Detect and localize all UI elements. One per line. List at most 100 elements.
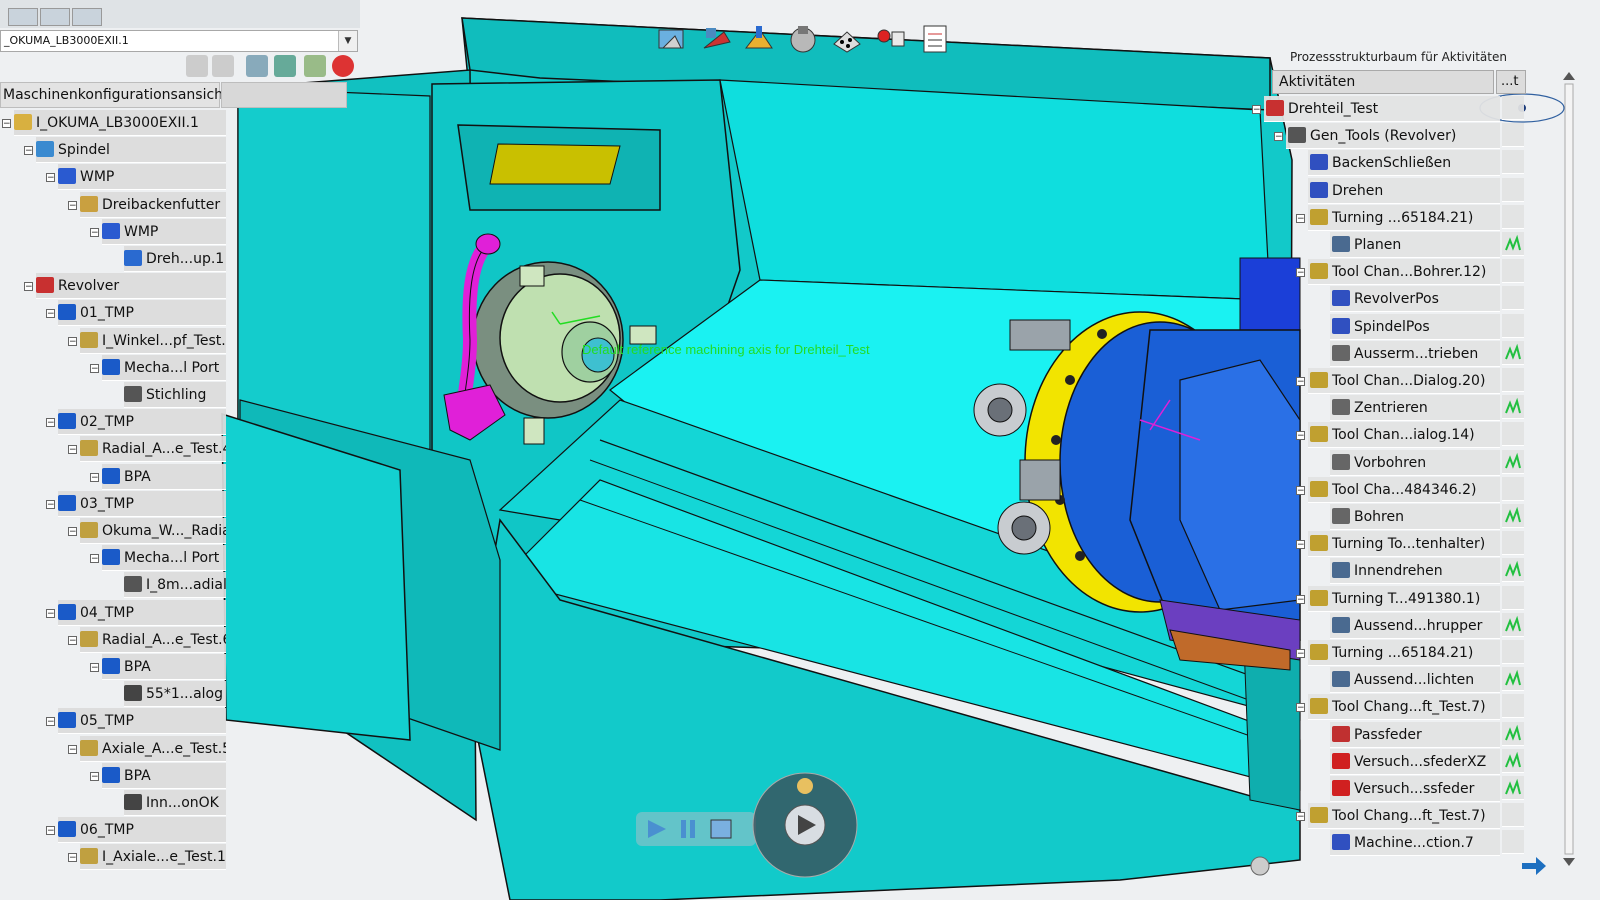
step-icon[interactable] bbox=[708, 816, 734, 842]
tree-node[interactable]: 02_TMP bbox=[58, 409, 226, 436]
activity-node[interactable]: Tool Chan...Bohrer.12) bbox=[1308, 259, 1500, 286]
activity-node[interactable]: Tool Cha...484346.2) bbox=[1308, 476, 1500, 503]
activity-node[interactable]: Innendrehen bbox=[1330, 558, 1500, 585]
tree-node[interactable]: Radial_A...e_Test.6 bbox=[80, 626, 226, 653]
process-tree-scrollbar[interactable] bbox=[1562, 70, 1576, 870]
tree-node[interactable]: BPA bbox=[102, 463, 226, 490]
export-icon[interactable] bbox=[186, 55, 208, 77]
tree-node[interactable]: I_Winkel...pf_Test. bbox=[80, 327, 226, 354]
collapse-toggle-icon[interactable]: − bbox=[2, 119, 11, 129]
simulation-icon[interactable] bbox=[655, 22, 689, 56]
activity-node[interactable]: Tool Chang...ft_Test.7) bbox=[1308, 694, 1500, 721]
collapse-toggle-icon[interactable]: − bbox=[68, 635, 77, 645]
tab-machine-icon[interactable] bbox=[8, 8, 38, 26]
tree-node[interactable]: Spindel bbox=[36, 137, 226, 164]
collapse-toggle-icon[interactable]: − bbox=[68, 527, 77, 537]
collapse-toggle-icon[interactable]: − bbox=[24, 282, 33, 292]
tab-product-icon[interactable] bbox=[72, 8, 102, 26]
collapse-toggle-icon[interactable]: − bbox=[46, 826, 55, 836]
activity-node[interactable]: BackenSchließen bbox=[1308, 150, 1500, 177]
collapse-toggle-icon[interactable]: − bbox=[24, 146, 33, 156]
activities-header[interactable]: Aktivitäten bbox=[1272, 70, 1494, 94]
compass-icon[interactable] bbox=[750, 770, 860, 880]
tree-node[interactable]: 04_TMP bbox=[58, 599, 226, 626]
collapse-toggle-icon[interactable]: − bbox=[90, 554, 99, 564]
collapse-toggle-icon[interactable]: − bbox=[46, 717, 55, 727]
collapse-toggle-icon[interactable]: − bbox=[46, 309, 55, 319]
activity-node[interactable]: Tool Chan...Dialog.20) bbox=[1308, 368, 1500, 394]
tree-node[interactable]: Axiale_A...e_Test.5 bbox=[80, 735, 226, 762]
update-icon[interactable] bbox=[304, 55, 326, 77]
tree-node[interactable]: WMP bbox=[58, 164, 226, 191]
tab-assembly-icon[interactable] bbox=[40, 8, 70, 26]
collapse-toggle-icon[interactable]: − bbox=[1296, 540, 1305, 550]
tree-node[interactable]: Dreh...up.1 bbox=[124, 246, 226, 272]
activity-node[interactable]: Drehteil_Test bbox=[1264, 96, 1500, 122]
activity-node[interactable]: Bohren bbox=[1330, 504, 1500, 530]
collapse-toggle-icon[interactable]: − bbox=[90, 227, 99, 237]
arrow-right-icon[interactable] bbox=[1520, 854, 1548, 878]
collapse-toggle-icon[interactable]: − bbox=[1296, 703, 1305, 713]
activity-node[interactable]: Versuch...sfederXZ bbox=[1330, 748, 1500, 775]
chevron-down-icon[interactable]: ▼ bbox=[338, 31, 357, 51]
activity-node[interactable]: Aussend...hrupper bbox=[1330, 612, 1500, 639]
tree-node[interactable]: Mecha...l Port bbox=[102, 545, 226, 572]
collapse-toggle-icon[interactable]: − bbox=[1296, 268, 1305, 278]
activity-node[interactable]: Passfeder bbox=[1330, 721, 1500, 748]
activity-node[interactable]: Planen bbox=[1330, 232, 1500, 258]
tree-node[interactable]: WMP bbox=[102, 218, 226, 245]
activity-node[interactable]: Machine...ction.7 bbox=[1330, 830, 1500, 857]
pause-icon[interactable] bbox=[676, 816, 702, 842]
tree-node[interactable]: Dreibackenfutter bbox=[80, 191, 226, 218]
collapse-toggle-icon[interactable]: − bbox=[46, 499, 55, 509]
play-icon[interactable] bbox=[644, 816, 670, 842]
stop-icon[interactable] bbox=[332, 55, 354, 77]
tree-node[interactable]: 06_TMP bbox=[58, 817, 226, 844]
collapse-toggle-icon[interactable]: − bbox=[1296, 649, 1305, 659]
refresh-icon[interactable] bbox=[246, 55, 268, 77]
collapse-toggle-icon[interactable]: − bbox=[68, 200, 77, 210]
collapse-toggle-icon[interactable]: − bbox=[68, 853, 77, 863]
activity-node[interactable]: SpindelPos bbox=[1330, 313, 1500, 340]
tree-node[interactable]: I_8m...adial bbox=[124, 572, 226, 599]
tree-node[interactable]: Mecha...l Port bbox=[102, 354, 226, 381]
collapse-toggle-icon[interactable]: − bbox=[68, 445, 77, 455]
tree-node[interactable]: 05_TMP bbox=[58, 708, 226, 735]
tree-node[interactable]: Radial_A...e_Test.4 bbox=[80, 436, 226, 463]
tree-node[interactable]: BPA bbox=[102, 654, 226, 680]
tree-node[interactable]: Okuma_W..._Radial bbox=[80, 518, 226, 544]
collapse-toggle-icon[interactable]: − bbox=[1296, 213, 1305, 223]
collapse-toggle-icon[interactable]: − bbox=[68, 744, 77, 754]
collapse-toggle-icon[interactable]: − bbox=[46, 418, 55, 428]
activity-node[interactable]: Turning T...491380.1) bbox=[1308, 585, 1500, 612]
collapse-toggle-icon[interactable]: − bbox=[1296, 594, 1305, 604]
collapse-toggle-icon[interactable]: − bbox=[1296, 431, 1305, 441]
tree-node[interactable]: Inn...onOK bbox=[124, 790, 226, 816]
activity-node[interactable]: RevolverPos bbox=[1330, 286, 1500, 313]
activity-node[interactable]: Vorbohren bbox=[1330, 449, 1500, 476]
swap-icon[interactable] bbox=[274, 55, 296, 77]
collapse-toggle-icon[interactable]: − bbox=[1252, 105, 1261, 115]
collapse-toggle-icon[interactable]: − bbox=[68, 336, 77, 346]
collision-icon[interactable] bbox=[874, 22, 908, 56]
tree-node[interactable]: BPA bbox=[102, 762, 226, 789]
settings-icon[interactable] bbox=[1248, 854, 1272, 878]
status-column-header[interactable]: ...t bbox=[1496, 70, 1526, 94]
report-icon[interactable] bbox=[918, 22, 952, 56]
tree-node[interactable]: I_Axiale...e_Test.12 bbox=[80, 844, 226, 871]
activity-node[interactable]: Aussend...lichten bbox=[1330, 667, 1500, 694]
tree-node[interactable]: Revolver bbox=[36, 273, 226, 300]
machine-icon[interactable] bbox=[786, 22, 820, 56]
collapse-toggle-icon[interactable]: − bbox=[1296, 485, 1305, 495]
tree-node[interactable]: I_OKUMA_LB3000EXII.1 bbox=[14, 110, 226, 136]
filter-icon[interactable] bbox=[212, 55, 234, 77]
tree-node[interactable]: Stichling bbox=[124, 382, 226, 408]
tree-node[interactable]: 55*1...alog bbox=[124, 681, 226, 708]
activity-node[interactable]: Versuch...ssfeder bbox=[1330, 776, 1500, 802]
material-removal-icon[interactable] bbox=[742, 22, 776, 56]
activity-node[interactable]: Turning ...65184.21) bbox=[1308, 640, 1500, 666]
turret-icon[interactable] bbox=[830, 22, 864, 56]
activity-node[interactable]: Turning ...65184.21) bbox=[1308, 204, 1500, 231]
activity-node[interactable]: Gen_Tools (Revolver) bbox=[1286, 123, 1500, 150]
activity-node[interactable]: Drehen bbox=[1308, 177, 1500, 204]
